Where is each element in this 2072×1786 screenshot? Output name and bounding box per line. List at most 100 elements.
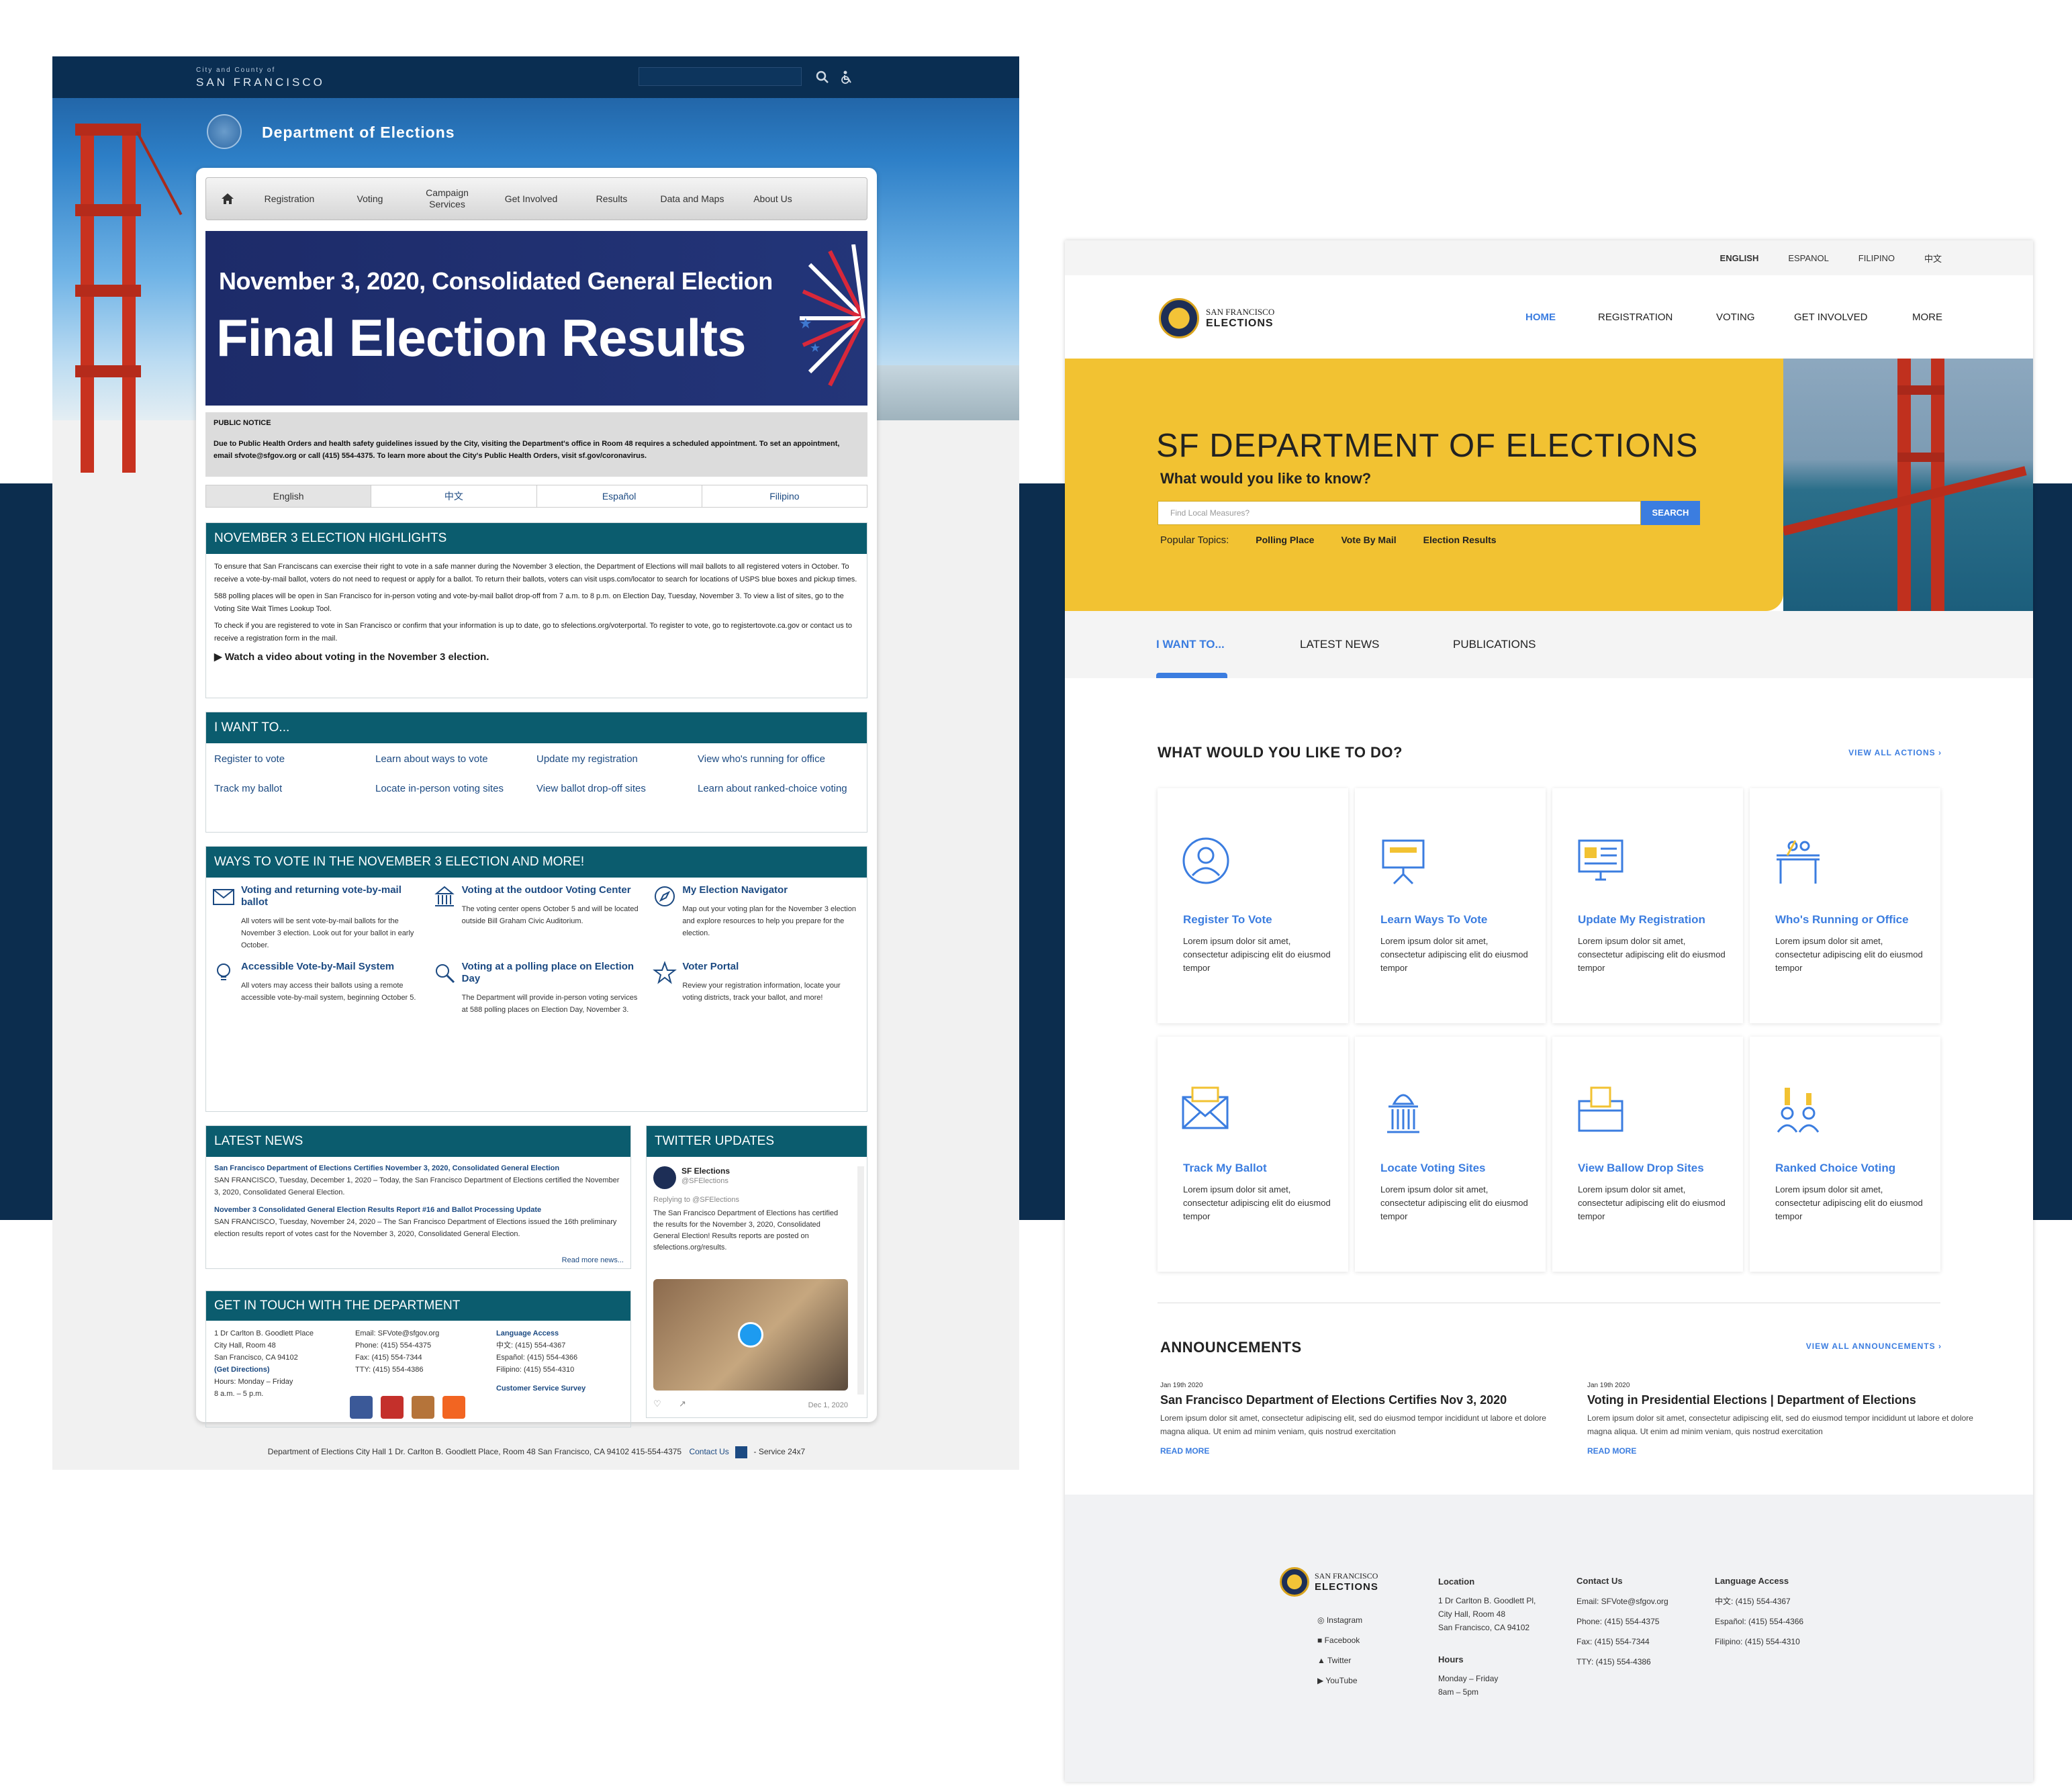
action-card-locate-sites[interactable]: Locate Voting Sites Lorem ipsum dolor si… — [1355, 1037, 1546, 1272]
nav-get-involved[interactable]: GET INVOLVED — [1794, 275, 1867, 359]
lang-english[interactable]: English — [206, 485, 372, 507]
action-title[interactable]: Locate Voting Sites — [1380, 1162, 1486, 1175]
way-title[interactable]: Voting at the outdoor Voting Center — [462, 884, 641, 896]
video-link[interactable]: Watch a video about voting in the Novemb… — [225, 651, 489, 663]
way-title[interactable]: My Election Navigator — [682, 884, 861, 896]
old-search-input[interactable] — [639, 67, 802, 86]
action-card-whos-running[interactable]: Who's Running or Office Lorem ipsum dolo… — [1750, 788, 1940, 1023]
nav-campaign-services[interactable]: Campaign Services — [410, 187, 484, 210]
action-title[interactable]: Update My Registration — [1578, 913, 1705, 927]
nav-data-maps[interactable]: Data and Maps — [645, 193, 739, 204]
sf-elections-logo[interactable]: SAN FRANCISCO ELECTIONS — [1159, 298, 1274, 338]
survey-link[interactable]: Customer Service Survey — [496, 1382, 585, 1395]
footer-contact-link[interactable]: Contact Us — [689, 1447, 728, 1456]
instagram-icon[interactable] — [412, 1396, 434, 1419]
way-item[interactable]: Voting at the outdoor Voting Center The v… — [432, 884, 641, 951]
announcement-title[interactable]: San Francisco Department of Elections Ce… — [1160, 1393, 1550, 1407]
nav-get-involved[interactable]: Get Involved — [484, 193, 578, 204]
announcement-title[interactable]: Voting in Presidential Elections | Depar… — [1587, 1393, 1977, 1407]
election-results-banner[interactable]: November 3, 2020, Consolidated General E… — [205, 231, 867, 406]
link-update-registration[interactable]: Update my registration — [536, 751, 698, 767]
rss-icon[interactable] — [442, 1396, 465, 1419]
way-title[interactable]: Voter Portal — [682, 961, 861, 973]
social-twitter[interactable]: ▲ Twitter — [1317, 1650, 1362, 1671]
share-icon[interactable]: ↗ — [679, 1399, 686, 1409]
lang-filipino[interactable]: Filipino — [702, 485, 867, 507]
contact-email[interactable]: Email: SFVote@sfgov.org — [1576, 1591, 1668, 1611]
way-title[interactable]: Voting and returning vote-by-mail ballot — [241, 884, 420, 908]
action-title[interactable]: Ranked Choice Voting — [1775, 1162, 1895, 1175]
nav-home[interactable]: HOME — [1525, 275, 1556, 359]
action-title[interactable]: Track My Ballot — [1183, 1162, 1267, 1175]
tweet-author[interactable]: SF Elections — [681, 1166, 730, 1176]
nav-voting[interactable]: VOTING — [1716, 275, 1755, 359]
home-icon[interactable] — [206, 193, 249, 205]
topic-election-results[interactable]: Election Results — [1423, 534, 1497, 546]
facebook-icon[interactable] — [350, 1396, 373, 1419]
read-more-link[interactable]: READ MORE — [1160, 1446, 1550, 1456]
tab-i-want-to[interactable]: I WANT TO... — [1156, 638, 1225, 651]
lang-filipino[interactable]: FILIPINO — [1858, 253, 1895, 263]
news-headline[interactable]: San Francisco Department of Elections Ce… — [214, 1162, 622, 1174]
nav-voting[interactable]: Voting — [330, 193, 410, 204]
nav-registration[interactable]: REGISTRATION — [1598, 275, 1673, 359]
lang-espanol[interactable]: ESPANOL — [1788, 253, 1828, 263]
way-item[interactable]: Accessible Vote-by-Mail System All voters… — [211, 961, 420, 1016]
search-input[interactable]: Find Local Measures? — [1158, 501, 1641, 525]
search-icon[interactable] — [815, 70, 830, 85]
search-button[interactable]: SEARCH — [1641, 501, 1700, 525]
social-facebook[interactable]: ■ Facebook — [1317, 1630, 1362, 1650]
tab-publications[interactable]: PUBLICATIONS — [1453, 638, 1536, 651]
tweet-video-thumbnail[interactable] — [653, 1279, 848, 1391]
lang-chinese[interactable]: 中文 — [371, 485, 537, 507]
way-item[interactable]: Voting at a polling place on Election Da… — [432, 961, 641, 1016]
link-ways-to-vote[interactable]: Learn about ways to vote — [375, 751, 536, 767]
action-card-ranked-choice[interactable]: Ranked Choice Voting Lorem ipsum dolor s… — [1750, 1037, 1940, 1272]
footer-logo[interactable]: SAN FRANCISCO ELECTIONS — [1280, 1567, 1378, 1597]
action-card-update-registration[interactable]: Update My Registration Lorem ipsum dolor… — [1552, 788, 1743, 1023]
youtube-icon[interactable] — [381, 1396, 404, 1419]
nav-about-us[interactable]: About Us — [739, 193, 806, 204]
nav-more[interactable]: MORE — [1912, 275, 1942, 359]
action-card-ways-to-vote[interactable]: Learn Ways To Vote Lorem ipsum dolor sit… — [1355, 788, 1546, 1023]
action-title[interactable]: View Ballow Drop Sites — [1578, 1162, 1704, 1175]
language-access-heading[interactable]: Language Access — [496, 1327, 585, 1340]
social-youtube[interactable]: ▶ YouTube — [1317, 1671, 1362, 1691]
action-card-drop-sites[interactable]: View Ballow Drop Sites Lorem ipsum dolor… — [1552, 1037, 1743, 1272]
link-track-ballot[interactable]: Track my ballot — [214, 781, 375, 797]
tweet-scrollbar[interactable] — [857, 1166, 864, 1395]
way-item[interactable]: Voting and returning vote-by-mail ballot… — [211, 884, 420, 951]
lang-english[interactable]: ENGLISH — [1720, 253, 1759, 263]
way-title[interactable]: Voting at a polling place on Election Da… — [462, 961, 641, 985]
nav-results[interactable]: Results — [578, 193, 645, 204]
email-line[interactable]: Email: SFVote@sfgov.org — [355, 1327, 476, 1340]
accessibility-icon[interactable] — [839, 70, 854, 85]
view-all-announcements-link[interactable]: VIEW ALL ANNOUNCEMENTS › — [1806, 1342, 1942, 1351]
link-register[interactable]: Register to vote — [214, 751, 375, 767]
social-instagram[interactable]: ◎ Instagram — [1317, 1610, 1362, 1630]
read-more-news-link[interactable]: Read more news... — [562, 1256, 624, 1264]
tab-latest-news[interactable]: LATEST NEWS — [1300, 638, 1379, 651]
action-card-register[interactable]: Register To Vote Lorem ipsum dolor sit a… — [1158, 788, 1348, 1023]
link-ranked-choice[interactable]: Learn about ranked-choice voting — [698, 781, 859, 797]
action-title[interactable]: Who's Running or Office — [1775, 913, 1909, 927]
topic-polling-place[interactable]: Polling Place — [1256, 534, 1314, 546]
nav-registration[interactable]: Registration — [249, 193, 330, 204]
read-more-link[interactable]: READ MORE — [1587, 1446, 1977, 1456]
link-in-person-sites[interactable]: Locate in-person voting sites — [375, 781, 536, 797]
way-item[interactable]: Voter Portal Review your registration inf… — [653, 961, 861, 1016]
link-whos-running[interactable]: View who's running for office — [698, 751, 859, 767]
link-drop-off-sites[interactable]: View ballot drop-off sites — [536, 781, 698, 797]
action-title[interactable]: Register To Vote — [1183, 913, 1272, 927]
way-item[interactable]: My Election Navigator Map out your voting… — [653, 884, 861, 951]
lang-espanol[interactable]: Español — [537, 485, 702, 507]
news-headline[interactable]: November 3 Consolidated General Election… — [214, 1204, 622, 1216]
action-card-track-ballot[interactable]: Track My Ballot Lorem ipsum dolor sit am… — [1158, 1037, 1348, 1272]
like-icon[interactable]: ♡ — [653, 1399, 661, 1409]
action-title[interactable]: Learn Ways To Vote — [1380, 913, 1487, 927]
get-directions-link[interactable]: (Get Directions) — [214, 1364, 335, 1376]
lang-chinese[interactable]: 中文 — [1924, 252, 1942, 265]
topic-vote-by-mail[interactable]: Vote By Mail — [1341, 534, 1396, 546]
way-title[interactable]: Accessible Vote-by-Mail System — [241, 961, 420, 973]
view-all-actions-link[interactable]: VIEW ALL ACTIONS › — [1848, 748, 1942, 757]
